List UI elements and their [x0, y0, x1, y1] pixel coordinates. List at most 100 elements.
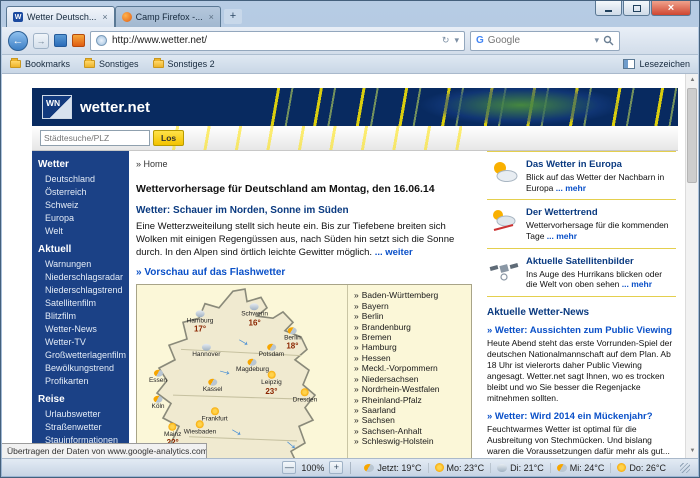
bookmark-item[interactable]: Sonstiges 2 — [153, 59, 215, 69]
wetter-net-page: WN wetter.net Los WetterDeutschlandÖster… — [32, 74, 678, 458]
lesezeichen-button[interactable]: Lesezeichen — [623, 59, 690, 69]
extension-icon[interactable] — [54, 34, 67, 47]
scroll-down-icon[interactable]: ▼ — [686, 445, 698, 458]
addon-weather-item[interactable]: Do: 26°C — [610, 463, 672, 473]
url-input[interactable] — [112, 35, 437, 46]
zoom-out-button[interactable]: — — [282, 461, 296, 474]
state-link[interactable]: »Meckl.-Vorpommern — [354, 363, 465, 373]
sidebar-item[interactable]: Niederschlagsradar — [32, 271, 129, 284]
tab-close-icon[interactable]: × — [209, 12, 214, 22]
promo-title-link[interactable]: Aktuelle Satellitenbilder — [526, 256, 674, 267]
weiter-link[interactable]: ... weiter — [375, 247, 413, 258]
tab-campfirefox[interactable]: Camp Firefox -... × — [115, 6, 221, 27]
sidebar-section-title[interactable]: Wetter — [32, 153, 129, 173]
addon-weather-text: Mi: 24°C — [570, 463, 605, 473]
mehr-link[interactable]: ... mehr — [556, 183, 586, 193]
state-label: Baden-Württemberg — [362, 290, 439, 300]
state-link[interactable]: »Brandenburg — [354, 322, 465, 332]
promo-title-link[interactable]: Das Wetter in Europa — [526, 159, 674, 170]
forward-button[interactable]: → — [33, 33, 49, 49]
maximize-button[interactable] — [623, 1, 650, 16]
sidebar-item[interactable]: Bewölkungstrend — [32, 362, 129, 375]
bookmark-item[interactable]: Bookmarks — [10, 59, 70, 69]
sidebar-item[interactable]: Satellitenfilm — [32, 297, 129, 310]
flashwetter-title[interactable]: » Vorschau auf das Flashwetter — [136, 267, 472, 278]
sidebar-item[interactable]: Profikarten — [32, 375, 129, 388]
chevron-down-icon[interactable]: ▾ — [454, 35, 459, 46]
sidebar-item[interactable]: Warnungen — [32, 258, 129, 271]
site-logo[interactable]: WN — [42, 95, 72, 119]
addon-weather-item[interactable]: Mo: 23°C — [428, 463, 491, 473]
state-link[interactable]: »Hamburg — [354, 342, 465, 352]
mehr-link[interactable]: ... mehr — [547, 231, 577, 241]
promo-item[interactable]: Aktuelle Satellitenbilder Ins Auge des H… — [487, 249, 676, 297]
state-link[interactable]: »Bayern — [354, 301, 465, 311]
state-link[interactable]: »Baden-Württemberg — [354, 290, 465, 300]
zoom-in-button[interactable]: + — [329, 461, 343, 474]
city-search-button[interactable]: Los — [153, 130, 184, 146]
addon-weather-text: Di: 21°C — [510, 463, 544, 473]
promo-item[interactable]: Das Wetter in Europa Blick auf das Wette… — [487, 152, 676, 200]
state-link[interactable]: »Schleswig-Holstein — [354, 436, 465, 446]
back-button[interactable]: ← — [8, 31, 28, 51]
sidebar-section-title[interactable]: Aktuell — [32, 238, 129, 258]
web-search-input[interactable] — [488, 35, 591, 46]
new-tab-button[interactable]: + — [224, 9, 242, 24]
breadcrumb[interactable]: » Home — [136, 159, 472, 169]
sidebar-item[interactable]: Schweiz — [32, 199, 129, 212]
sidebar-item[interactable]: Straßenwetter — [32, 421, 129, 434]
url-bar[interactable]: ↻ ▾ — [90, 31, 465, 51]
state-link[interactable]: »Rheinland-Pfalz — [354, 395, 465, 405]
scroll-up-icon[interactable]: ▲ — [686, 74, 698, 87]
state-link[interactable]: »Nordrhein-Westfalen — [354, 384, 465, 394]
state-link[interactable]: »Sachsen-Anhalt — [354, 426, 465, 436]
state-link[interactable]: »Bremen — [354, 332, 465, 342]
sidebar-item[interactable]: Welt — [32, 225, 129, 238]
minimize-button[interactable] — [595, 1, 622, 16]
sidebar-item[interactable]: Großwetterlagenfilm — [32, 349, 129, 362]
addon-weather-item[interactable]: Jetzt: 19°C — [358, 463, 427, 473]
arrow-icon: » — [354, 384, 359, 394]
news-title-link[interactable]: » Wetter: Aussichten zum Public Viewing — [487, 325, 676, 336]
tab-title: Wetter Deutsch... — [27, 12, 96, 22]
addon-weather-item[interactable]: Mi: 24°C — [550, 463, 611, 473]
promo-body: Blick auf das Wetter der Nachbarn in Eur… — [526, 172, 674, 193]
sidebar-item[interactable]: Urlaubswetter — [32, 408, 129, 421]
sidebar-item[interactable]: Europa — [32, 212, 129, 225]
sidebar-item[interactable]: Deutschland — [32, 173, 129, 186]
state-link[interactable]: »Sachsen — [354, 415, 465, 425]
state-link[interactable]: »Berlin — [354, 311, 465, 321]
addon-weather-item[interactable]: Di: 21°C — [490, 463, 550, 473]
state-link[interactable]: »Hessen — [354, 353, 465, 363]
scrollbar-thumb[interactable] — [687, 88, 697, 183]
promo-text: Der Wettertrend Wettervorhersage für die… — [526, 207, 674, 241]
sidebar-item[interactable]: Wetter-News — [32, 323, 129, 336]
state-link[interactable]: »Saarland — [354, 405, 465, 415]
promo-title-link[interactable]: Der Wettertrend — [526, 207, 674, 218]
news-title-link[interactable]: » Wetter: Wird 2014 ein Mückenjahr? — [487, 411, 676, 422]
site-header[interactable]: WN wetter.net — [32, 88, 678, 126]
tab-wetter[interactable]: W Wetter Deutsch... × — [6, 6, 115, 27]
magnifier-icon[interactable] — [603, 35, 614, 46]
promo-item[interactable]: Der Wettertrend Wettervorhersage für die… — [487, 200, 676, 248]
sidebar-item[interactable]: Österreich — [32, 186, 129, 199]
sidebar-section-title[interactable]: Reise — [32, 388, 129, 408]
tab-close-icon[interactable]: × — [102, 12, 107, 22]
reload-icon[interactable]: ↻ — [442, 35, 450, 46]
addon-weather: Jetzt: 19°CMo: 23°C Di: 21°C Mi: 24°C Do: 2… — [358, 463, 672, 473]
state-link[interactable]: »Niedersachsen — [354, 374, 465, 384]
bookmark-label: Bookmarks — [25, 59, 70, 69]
weather-cloud-icon — [497, 464, 507, 472]
search-bar[interactable]: G ▾ — [470, 31, 620, 51]
close-button[interactable]: × — [651, 1, 691, 16]
resize-grip[interactable] — [680, 463, 690, 473]
vertical-scrollbar[interactable]: ▲ ▼ — [685, 74, 698, 458]
sidebar-item[interactable]: Blitzfilm — [32, 310, 129, 323]
bookmark-item[interactable]: Sonstiges — [84, 59, 139, 69]
city-search-input[interactable] — [40, 130, 150, 146]
sidebar-item[interactable]: Niederschlagstrend — [32, 284, 129, 297]
extension-icon[interactable] — [72, 34, 85, 47]
chevron-down-icon[interactable]: ▾ — [594, 35, 599, 46]
mehr-link[interactable]: ... mehr — [622, 279, 652, 289]
sidebar-item[interactable]: Wetter-TV — [32, 336, 129, 349]
